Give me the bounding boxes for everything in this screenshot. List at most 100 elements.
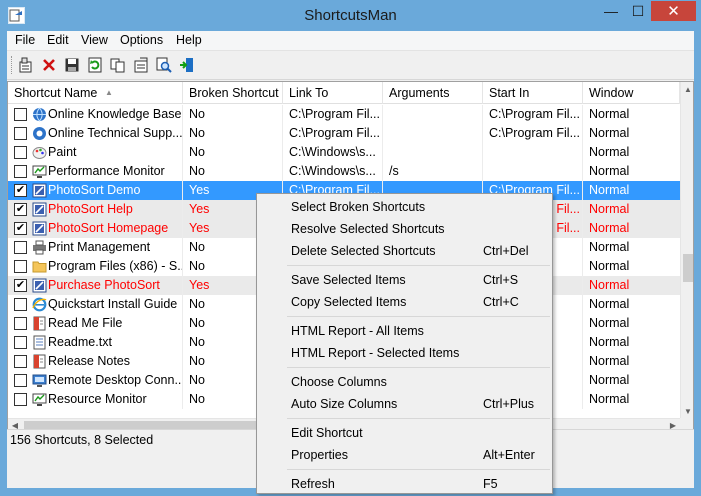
context-menu-item-copy-selected-items[interactable]: Copy Selected Items Ctrl+C — [259, 291, 550, 313]
list-header: Shortcut Name ▲ Broken Shortcut Link To … — [8, 82, 680, 104]
table-row[interactable]: Online Knowledge Base No C:\Program Fil...… — [8, 105, 680, 124]
scroll-up-arrow-icon[interactable]: ▲ — [681, 82, 693, 96]
column-header-window[interactable]: Window — [583, 82, 680, 104]
table-row[interactable]: Online Technical Supp... No C:\Program Fil… — [8, 124, 680, 143]
menu-separator — [287, 418, 550, 419]
cell-shortcut-name: Remote Desktop Conn... — [48, 373, 183, 387]
properties-icon — [19, 57, 32, 73]
menu-help[interactable]: Help — [176, 33, 202, 47]
cell-shortcut-name: Purchase PhotoSort — [48, 278, 160, 292]
context-menu-item-label: Refresh — [291, 477, 335, 491]
toolbar-exit-button[interactable] — [177, 55, 197, 75]
column-header-shortcut-name[interactable]: Shortcut Name ▲ — [8, 82, 183, 104]
menu-view[interactable]: View — [81, 33, 108, 47]
cell-shortcut-name: Performance Monitor — [48, 164, 165, 178]
cell-shortcut-name: Online Technical Supp... — [48, 126, 183, 140]
toolbar — [7, 51, 694, 80]
context-menu-item-auto-size-columns[interactable]: Auto Size Columns Ctrl+Plus — [259, 393, 550, 415]
cell-shortcut-name: Paint — [48, 145, 77, 159]
cell-window: Normal — [589, 126, 630, 140]
toolbar-refresh-button[interactable] — [85, 55, 105, 75]
cell-window: Normal — [589, 259, 630, 273]
cell-link-to: C:\Windows\s... — [289, 145, 376, 159]
column-header-broken-shortcut[interactable]: Broken Shortcut — [183, 82, 283, 104]
window-title: ShortcutsMan — [304, 7, 397, 24]
close-button[interactable]: ✕ — [651, 1, 696, 21]
context-menu-item-choose-columns[interactable]: Choose Columns — [259, 371, 550, 393]
cell-window: Normal — [589, 221, 630, 235]
context-menu-item-edit-shortcut[interactable]: Edit Shortcut — [259, 422, 550, 444]
cell-arguments — [383, 143, 483, 162]
context-menu-item-shortcut: Ctrl+Plus — [483, 397, 535, 411]
column-header-link-to[interactable]: Link To — [283, 82, 383, 104]
menu-file[interactable]: File — [15, 33, 35, 47]
context-menu-item-save-selected-items[interactable]: Save Selected Items Ctrl+S — [259, 269, 550, 291]
cell-broken-shortcut: No — [189, 107, 205, 121]
copy-icon — [110, 58, 125, 73]
cell-window: Normal — [589, 183, 630, 197]
cell-window: Normal — [589, 297, 630, 311]
find-icon — [156, 57, 172, 73]
menu-options[interactable]: Options — [120, 33, 163, 47]
column-header-label: Shortcut Name — [14, 86, 98, 100]
cell-broken-shortcut: No — [189, 126, 205, 140]
context-menu-item-delete-selected-shortcuts[interactable]: Delete Selected Shortcuts Ctrl+Del — [259, 240, 550, 262]
title-bar[interactable]: ShortcutsMan — ☐ ✕ — [0, 0, 701, 31]
cell-arguments — [383, 105, 483, 124]
menu-bar: File Edit View Options Help — [7, 31, 694, 51]
column-header-start-in[interactable]: Start In — [483, 82, 583, 104]
context-menu-item-label: Delete Selected Shortcuts — [291, 244, 436, 258]
context-menu-item-label: Properties — [291, 448, 348, 462]
cell-window: Normal — [589, 354, 630, 368]
scroll-down-arrow-icon[interactable]: ▼ — [681, 404, 693, 418]
menu-edit[interactable]: Edit — [47, 33, 69, 47]
toolbar-properties-button[interactable] — [16, 55, 36, 75]
vertical-scrollbar[interactable]: ▲ ▼ — [680, 82, 693, 418]
cell-shortcut-name: PhotoSort Demo — [48, 183, 141, 197]
cell-shortcut-name: Readme.txt — [48, 335, 112, 349]
context-menu-item-label: HTML Report - All Items — [291, 324, 424, 338]
context-menu-item-properties[interactable]: Properties Alt+Enter — [259, 444, 550, 466]
context-menu-item-shortcut: Alt+Enter — [483, 448, 535, 462]
context-menu-item-refresh[interactable]: Refresh F5 — [259, 473, 550, 495]
context-menu-item-label: Resolve Selected Shortcuts — [291, 222, 445, 236]
refresh-icon — [88, 57, 102, 73]
column-header-arguments[interactable]: Arguments — [383, 82, 483, 104]
context-menu-item-resolve-selected-shortcuts[interactable]: Resolve Selected Shortcuts — [259, 218, 550, 240]
toolbar-grip — [11, 56, 13, 74]
cell-arguments: /s — [389, 164, 399, 178]
context-menu-item-shortcut: F5 — [483, 477, 498, 491]
cell-window: Normal — [589, 240, 630, 254]
cell-window: Normal — [589, 316, 630, 330]
sort-arrow-icon: ▲ — [105, 88, 113, 97]
toolbar-copy-button[interactable] — [108, 55, 128, 75]
menu-separator — [287, 316, 550, 317]
context-menu-item-label: Copy Selected Items — [291, 295, 407, 309]
minimize-button[interactable]: — — [597, 1, 625, 21]
vertical-scroll-thumb[interactable] — [683, 254, 693, 282]
toolbar-find-button[interactable] — [154, 55, 174, 75]
context-menu-item-shortcut: Ctrl+C — [483, 295, 519, 309]
table-row[interactable]: Paint No C:\Windows\s... Normal — [8, 143, 680, 162]
cell-window: Normal — [589, 145, 630, 159]
cell-shortcut-name: Read Me File — [48, 316, 123, 330]
toolbar-delete-button[interactable] — [39, 55, 59, 75]
cell-shortcut-name: PhotoSort Homepage — [48, 221, 169, 235]
cell-start-in: C:\Program Fil... — [489, 107, 580, 121]
context-menu-item-label: Edit Shortcut — [291, 426, 363, 440]
context-menu-item-select-broken-shortcuts[interactable]: Select Broken Shortcuts — [259, 196, 550, 218]
cell-start-in — [483, 143, 583, 162]
toolbar-html-report-button[interactable] — [131, 55, 151, 75]
context-menu-item-html-report-selected-items[interactable]: HTML Report - Selected Items — [259, 342, 550, 364]
cell-start-in: C:\Program Fil... — [489, 126, 580, 140]
menu-separator — [287, 469, 550, 470]
save-icon — [65, 58, 79, 72]
context-menu-item-html-report-all-items[interactable]: HTML Report - All Items — [259, 320, 550, 342]
cell-window: Normal — [589, 202, 630, 216]
maximize-button[interactable]: ☐ — [625, 1, 651, 21]
cell-shortcut-name: Resource Monitor — [48, 392, 147, 406]
cell-link-to: C:\Program Fil... — [289, 126, 380, 140]
table-row[interactable]: Performance Monitor No C:\Windows\s... /s No… — [8, 162, 680, 181]
context-menu-item-label: HTML Report - Selected Items — [291, 346, 460, 360]
toolbar-save-button[interactable] — [62, 55, 82, 75]
